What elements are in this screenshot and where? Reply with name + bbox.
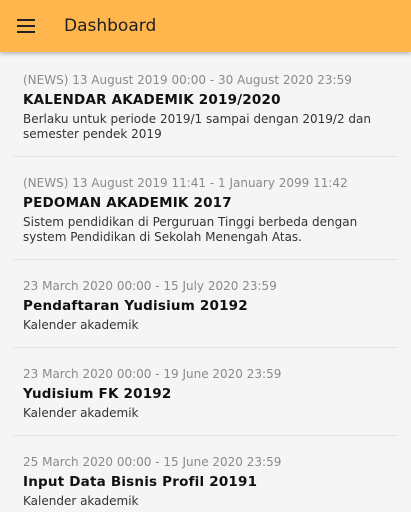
- app-bar: Dashboard: [0, 0, 411, 52]
- announcement-item[interactable]: (NEWS) 13 August 2019 00:00 - 30 August …: [13, 52, 398, 157]
- announcement-item[interactable]: 23 March 2020 00:00 - 19 June 2020 23:59…: [13, 348, 398, 436]
- announcement-date: (NEWS) 13 August 2019 00:00 - 30 August …: [23, 73, 352, 87]
- menu-button[interactable]: [0, 0, 52, 52]
- announcement-list[interactable]: (NEWS) 13 August 2019 00:00 - 30 August …: [0, 52, 411, 512]
- announcement-date: 23 March 2020 00:00 - 15 July 2020 23:59: [23, 279, 277, 293]
- announcement-title: Input Data Bisnis Profil 20191: [23, 474, 258, 490]
- announcement-title: KALENDAR AKADEMIK 2019/2020: [23, 92, 281, 108]
- announcement-date: 25 March 2020 00:00 - 15 June 2020 23:59: [23, 455, 282, 469]
- announcement-description: Kalender akademik: [23, 318, 139, 332]
- announcement-title: Yudisium FK 20192: [23, 386, 172, 402]
- announcement-description: Sistem pendidikan di Perguruan Tinggi be…: [23, 215, 358, 244]
- hamburger-menu-icon: [17, 19, 35, 33]
- announcement-date: (NEWS) 13 August 2019 11:41 - 1 January …: [23, 176, 348, 190]
- announcement-title: Pendaftaran Yudisium 20192: [23, 298, 248, 314]
- announcement-item[interactable]: 23 March 2020 00:00 - 15 July 2020 23:59…: [13, 260, 398, 348]
- announcement-date: 23 March 2020 00:00 - 19 June 2020 23:59: [23, 367, 282, 381]
- announcement-description: Kalender akademik: [23, 406, 139, 420]
- announcement-description: Berlaku untuk periode 2019/1 sampai deng…: [23, 112, 371, 141]
- announcement-description: Kalender akademik: [23, 494, 139, 508]
- announcement-item[interactable]: (NEWS) 13 August 2019 11:41 - 1 January …: [13, 157, 398, 260]
- announcement-item[interactable]: 25 March 2020 00:00 - 15 June 2020 23:59…: [13, 436, 398, 512]
- announcement-title: PEDOMAN AKADEMIK 2017: [23, 195, 232, 211]
- page-title: Dashboard: [64, 16, 157, 36]
